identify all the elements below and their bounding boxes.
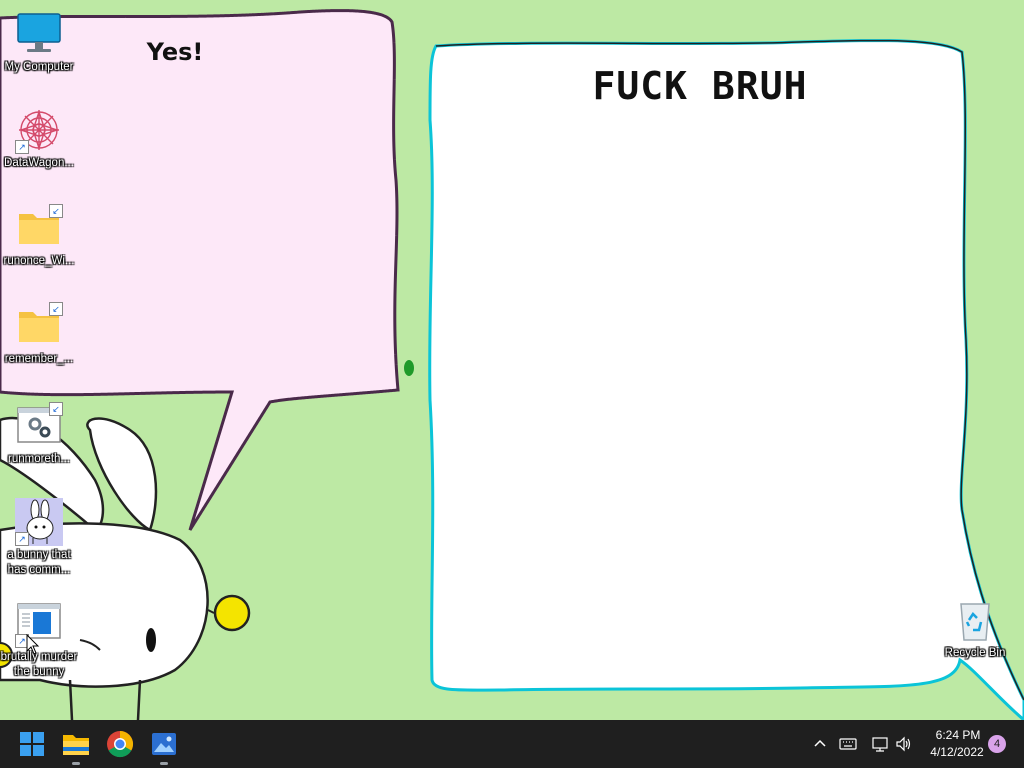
taskbar-photos[interactable] xyxy=(148,728,180,765)
chrome-icon xyxy=(107,730,134,758)
desktop-icon-label: runonce_Wi... xyxy=(3,255,75,267)
taskbar: 6:24 PM 4/12/2022 xyxy=(0,720,1024,768)
shortcut-arrow-icon: ↙ xyxy=(49,204,63,218)
desktop-icon-datawagon[interactable]: ↗ DataWagon... xyxy=(0,106,78,171)
desktop-icon-bunny-image[interactable]: ↗ a bunny that has comm... xyxy=(0,498,78,578)
recycle-bin-icon xyxy=(951,596,999,644)
chevron-up-icon[interactable] xyxy=(811,735,829,753)
shortcut-arrow-icon: ↙ xyxy=(49,302,63,316)
start-button[interactable] xyxy=(16,728,48,760)
white-speech-bubble xyxy=(428,39,1024,720)
volume-icon[interactable] xyxy=(895,735,913,753)
running-indicator xyxy=(160,762,168,765)
taskbar-file-explorer[interactable] xyxy=(60,728,92,765)
network-icon[interactable] xyxy=(871,735,889,753)
photos-icon xyxy=(152,733,176,755)
file-explorer-icon xyxy=(63,735,89,755)
desktop-icon-my-computer[interactable]: My Computer xyxy=(0,10,78,75)
start-icon xyxy=(20,732,44,756)
desktop-icon-runmoreth[interactable]: ↙ runmoreth... xyxy=(0,402,78,467)
bunny-icon: ↗ xyxy=(15,498,63,546)
mouse-cursor-icon xyxy=(26,634,40,655)
clock-time[interactable]: 6:24 PM xyxy=(930,728,986,742)
desktop-icon-runonce[interactable]: ↙ runonce_Wi... xyxy=(0,204,78,269)
desktop-icon-remember[interactable]: ↙ remember_... xyxy=(0,302,78,367)
monitor-icon xyxy=(15,10,63,58)
desktop-icon-recycle-bin[interactable]: Recycle Bin xyxy=(936,596,1014,661)
taskbar-chrome[interactable] xyxy=(104,728,136,760)
mandala-icon: ↗ xyxy=(15,106,63,154)
pink-bubble-text: Yes! xyxy=(146,38,204,66)
yellow-ball xyxy=(213,594,251,632)
keyboard-icon[interactable] xyxy=(839,735,857,753)
folder-icon: ↙ xyxy=(15,204,63,252)
leaf-doodle xyxy=(404,360,414,376)
desktop-icon-label: a bunny that has comm... xyxy=(7,549,71,576)
shortcut-arrow-icon: ↗ xyxy=(15,532,29,546)
clock-date[interactable]: 4/12/2022 xyxy=(926,745,988,759)
shortcut-arrow-icon: ↙ xyxy=(49,402,63,416)
desktop-icon-label: runmoreth... xyxy=(8,453,70,465)
desktop-icon-label: My Computer xyxy=(4,61,74,73)
running-indicator xyxy=(72,762,80,765)
shortcut-arrow-icon: ↗ xyxy=(15,140,29,154)
white-bubble-text: FUCK BRUH xyxy=(592,64,808,108)
folder-icon: ↙ xyxy=(15,302,63,350)
settings-window-icon: ↙ xyxy=(15,402,63,450)
desktop-icon-label: remember_... xyxy=(4,353,74,365)
desktop-icon-label: Recycle Bin xyxy=(944,647,1006,659)
desktop-wallpaper xyxy=(0,9,1024,720)
desktop-icon-label: DataWagon... xyxy=(4,157,74,169)
notification-badge[interactable]: 4 xyxy=(988,735,1006,753)
